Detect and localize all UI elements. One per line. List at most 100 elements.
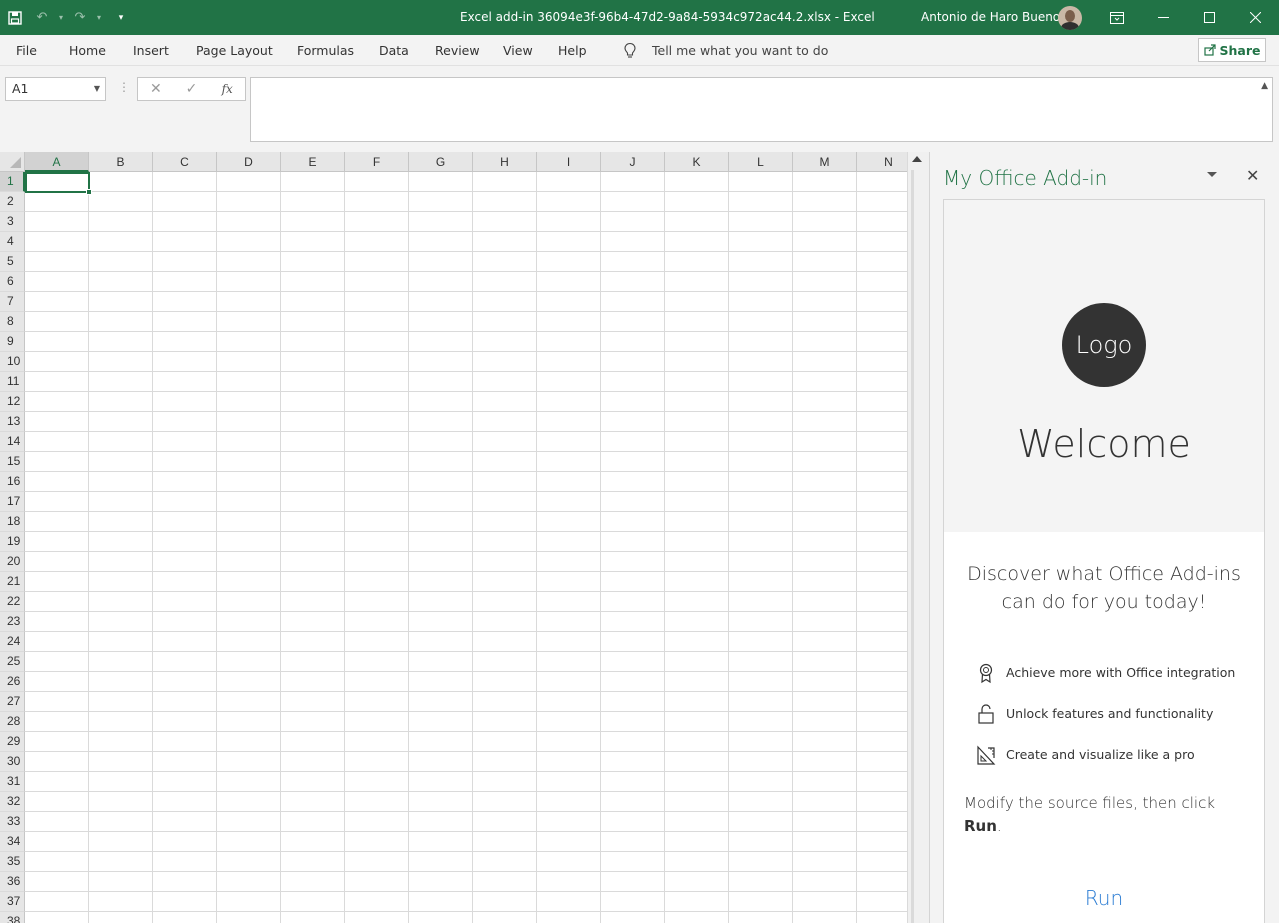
row-header-10[interactable]: 10: [0, 352, 25, 372]
column-header-f[interactable]: F: [345, 152, 409, 172]
run-button[interactable]: Run: [944, 886, 1264, 910]
save-button[interactable]: [0, 0, 30, 35]
cell-area[interactable]: [25, 172, 907, 923]
pane-close-icon[interactable]: ✕: [1246, 166, 1259, 185]
row-header-25[interactable]: 25: [0, 652, 25, 672]
row-header-33[interactable]: 33: [0, 812, 25, 832]
scroll-up-icon[interactable]: [912, 156, 922, 162]
column-header-c[interactable]: C: [153, 152, 217, 172]
formula-bar-splitter[interactable]: ⋮: [118, 80, 130, 94]
row-header-12[interactable]: 12: [0, 392, 25, 412]
user-name[interactable]: Antonio de Haro Bueno: [921, 0, 1060, 35]
row-header-9[interactable]: 9: [0, 332, 25, 352]
column-header-k[interactable]: K: [665, 152, 729, 172]
select-all-button[interactable]: [0, 152, 25, 172]
share-button[interactable]: Share: [1198, 38, 1266, 62]
maximize-button[interactable]: [1186, 0, 1232, 35]
chevron-down-icon[interactable]: ▼: [94, 78, 100, 100]
row-header-5[interactable]: 5: [0, 252, 25, 272]
hero-section: Logo Welcome: [944, 200, 1264, 532]
tab-home[interactable]: Home: [69, 35, 106, 66]
name-box-value: A1: [12, 81, 29, 96]
row-header-29[interactable]: 29: [0, 732, 25, 752]
column-header-m[interactable]: M: [793, 152, 857, 172]
fill-handle[interactable]: [86, 189, 92, 195]
scrollbar-track[interactable]: [911, 170, 914, 923]
ribbon-display-options-button[interactable]: [1094, 0, 1140, 35]
column-header-i[interactable]: I: [537, 152, 601, 172]
chevron-down-icon: ▾: [58, 13, 63, 22]
row-header-38[interactable]: 38: [0, 912, 25, 923]
welcome-heading: Welcome: [1017, 422, 1191, 466]
tab-view[interactable]: View: [503, 35, 533, 66]
collapse-formula-bar-icon[interactable]: ▲: [1261, 81, 1268, 91]
column-header-g[interactable]: G: [409, 152, 473, 172]
redo-button[interactable]: ↷: [68, 0, 92, 35]
tab-review[interactable]: Review: [435, 35, 480, 66]
row-header-11[interactable]: 11: [0, 372, 25, 392]
row-header-24[interactable]: 24: [0, 632, 25, 652]
minimize-button[interactable]: [1140, 0, 1186, 35]
formula-input[interactable]: ▲: [250, 77, 1273, 142]
row-header-30[interactable]: 30: [0, 752, 25, 772]
row-header-8[interactable]: 8: [0, 312, 25, 332]
feature-text: Unlock features and functionality: [1006, 706, 1214, 721]
undo-dropdown[interactable]: ▾: [54, 0, 68, 35]
row-header-23[interactable]: 23: [0, 612, 25, 632]
active-cell-a1[interactable]: [25, 172, 92, 195]
unlock-icon: [978, 703, 994, 724]
tab-insert[interactable]: Insert: [133, 35, 169, 66]
row-header-13[interactable]: 13: [0, 412, 25, 432]
column-header-b[interactable]: B: [89, 152, 153, 172]
row-header-34[interactable]: 34: [0, 832, 25, 852]
row-header-19[interactable]: 19: [0, 532, 25, 552]
pane-options-icon[interactable]: [1207, 172, 1217, 177]
vertical-scrollbar[interactable]: [907, 152, 929, 923]
column-header-a[interactable]: A: [25, 152, 89, 172]
row-header-1[interactable]: 1: [0, 172, 25, 192]
row-header-15[interactable]: 15: [0, 452, 25, 472]
row-header-31[interactable]: 31: [0, 772, 25, 792]
row-header-7[interactable]: 7: [0, 292, 25, 312]
tab-formulas[interactable]: Formulas: [297, 35, 354, 66]
tab-help[interactable]: Help: [558, 35, 587, 66]
tell-me-search[interactable]: Tell me what you want to do: [622, 35, 828, 66]
undo-button[interactable]: ↶: [30, 0, 54, 35]
row-header-32[interactable]: 32: [0, 792, 25, 812]
ribbon-icon: [979, 663, 993, 683]
row-header-3[interactable]: 3: [0, 212, 25, 232]
row-header-20[interactable]: 20: [0, 552, 25, 572]
row-header-2[interactable]: 2: [0, 192, 25, 212]
row-header-18[interactable]: 18: [0, 512, 25, 532]
tab-page-layout[interactable]: Page Layout: [196, 35, 273, 66]
redo-dropdown[interactable]: ▾: [92, 0, 106, 35]
customize-qat-button[interactable]: ▾: [106, 0, 136, 35]
column-header-d[interactable]: D: [217, 152, 281, 172]
tab-file[interactable]: File: [16, 35, 37, 66]
row-header-35[interactable]: 35: [0, 852, 25, 872]
feature-text: Achieve more with Office integration: [1006, 665, 1236, 680]
column-header-h[interactable]: H: [473, 152, 537, 172]
column-header-j[interactable]: J: [601, 152, 665, 172]
row-header-37[interactable]: 37: [0, 892, 25, 912]
column-header-l[interactable]: L: [729, 152, 793, 172]
row-header-16[interactable]: 16: [0, 472, 25, 492]
tab-data[interactable]: Data: [379, 35, 409, 66]
row-header-21[interactable]: 21: [0, 572, 25, 592]
avatar[interactable]: [1058, 6, 1082, 30]
row-header-26[interactable]: 26: [0, 672, 25, 692]
row-header-6[interactable]: 6: [0, 272, 25, 292]
row-header-14[interactable]: 14: [0, 432, 25, 452]
row-header-36[interactable]: 36: [0, 872, 25, 892]
row-header-17[interactable]: 17: [0, 492, 25, 512]
close-window-button[interactable]: [1232, 0, 1278, 35]
row-header-27[interactable]: 27: [0, 692, 25, 712]
cancel-icon[interactable]: ✕: [138, 81, 174, 97]
enter-icon[interactable]: ✓: [174, 81, 210, 97]
row-header-28[interactable]: 28: [0, 712, 25, 732]
insert-function-icon[interactable]: fx: [209, 82, 245, 96]
name-box[interactable]: A1 ▼: [5, 77, 106, 101]
row-header-4[interactable]: 4: [0, 232, 25, 252]
row-header-22[interactable]: 22: [0, 592, 25, 612]
column-header-e[interactable]: E: [281, 152, 345, 172]
